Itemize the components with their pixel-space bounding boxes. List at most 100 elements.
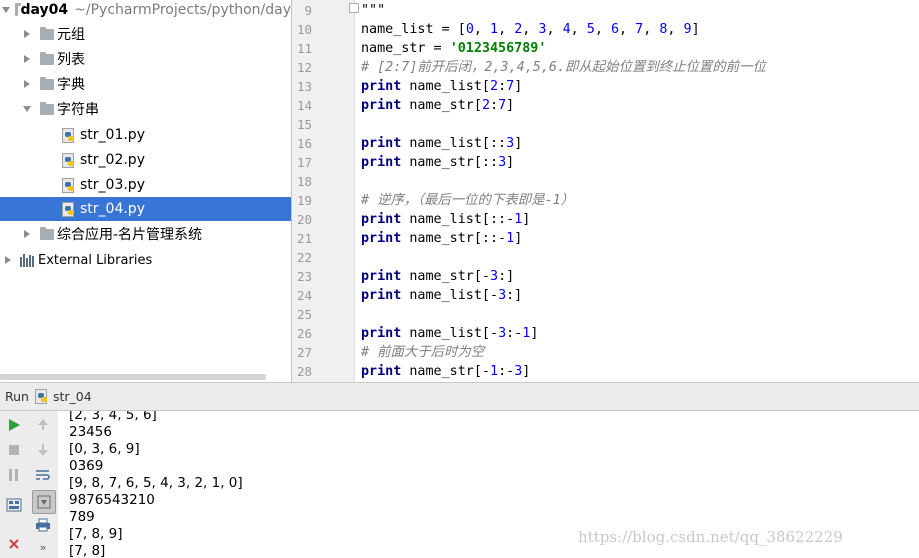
code-text: print name_str[-3:] — [361, 269, 515, 284]
tree-item-str-01[interactable]: str_01.py — [0, 123, 291, 147]
tree-item-card-system-folder[interactable]: 综合应用-名片管理系统 — [0, 222, 291, 246]
rerun-icon[interactable] — [5, 416, 23, 434]
run-panel-header: Run str_04 — [0, 382, 919, 411]
print-icon[interactable] — [34, 516, 52, 534]
code-text: """ — [361, 3, 386, 18]
console-line: [7, 8] — [69, 543, 106, 558]
close-icon[interactable] — [5, 535, 23, 553]
chevron-right-icon[interactable] — [2, 254, 14, 266]
project-root-row[interactable]: day04 ~/PycharmProjects/python/day — [0, 0, 291, 22]
code-line[interactable]: 16 print name_list[::3] — [292, 134, 919, 153]
code-line[interactable]: 9 """ — [292, 1, 919, 20]
console-line: [0, 3, 6, 9] — [69, 441, 140, 457]
run-config-name[interactable]: str_04 — [53, 389, 92, 404]
code-line[interactable]: 19 # 逆序，（最后一位的下表即是-1） — [292, 191, 919, 210]
code-editor[interactable]: 9 """ 10 name_list = [0, 1, 2, 3, 4, 5, 6, … — [291, 0, 919, 382]
code-line[interactable]: 21 print name_str[::-1] — [292, 229, 919, 248]
folder-icon — [40, 76, 54, 90]
tree-item-label: str_04.py — [80, 201, 145, 217]
python-file-icon — [62, 201, 75, 217]
code-text: name_str = '0123456789' — [361, 41, 547, 56]
project-root-path: ~/PycharmProjects/python/day — [74, 2, 291, 18]
code-text: name_list = [0, 1, 2, 3, 4, 5, 6, 7, 8, … — [361, 22, 700, 37]
code-line[interactable]: 15 — [292, 115, 919, 134]
code-text: print name_list[-3:] — [361, 288, 523, 303]
stop-icon[interactable] — [5, 441, 23, 459]
more-actions-icon[interactable]: » — [34, 538, 52, 556]
soft-wrap-icon[interactable] — [34, 466, 52, 484]
line-number: 15 — [296, 117, 312, 132]
line-number: 13 — [296, 79, 312, 94]
code-line[interactable]: 10 name_list = [0, 1, 2, 3, 4, 5, 6, 7, 8… — [292, 20, 919, 39]
chevron-right-icon[interactable] — [21, 28, 33, 40]
python-file-icon — [62, 127, 75, 143]
chevron-right-icon[interactable] — [21, 78, 33, 90]
console-line: 9876543210 — [69, 492, 155, 508]
tree-item-list-folder[interactable]: 列表 — [0, 47, 291, 71]
tree-item-dict-folder[interactable]: 字典 — [0, 72, 291, 96]
chevron-right-icon[interactable] — [21, 53, 33, 65]
code-text: # [2:7]前开后闭，2,3,4,5,6.即从起始位置到终止位置的前一位 — [361, 60, 766, 75]
code-line[interactable]: 14 print name_str[2:7] — [292, 96, 919, 115]
console-line: 0369 — [69, 458, 104, 474]
tree-item-str-02[interactable]: str_02.py — [0, 148, 291, 172]
folder-icon — [15, 2, 21, 16]
tree-item-label: str_03.py — [80, 177, 145, 193]
code-line[interactable]: 25 — [292, 305, 919, 324]
chevron-right-icon[interactable] — [21, 228, 33, 240]
line-number: 12 — [296, 60, 312, 75]
code-text: print name_str[::-1] — [361, 231, 523, 246]
code-line[interactable]: 22 — [292, 248, 919, 267]
tree-item-label: str_02.py — [80, 152, 145, 168]
line-number: 26 — [296, 326, 312, 341]
console-line: [9, 8, 7, 6, 5, 4, 3, 2, 1, 0] — [69, 475, 243, 491]
tree-item-str-04[interactable]: str_04.py — [0, 197, 291, 221]
chevron-down-icon[interactable] — [2, 4, 10, 16]
tree-item-label: 元组 — [57, 27, 85, 43]
code-line[interactable]: 26 print name_list[-3:-1] — [292, 324, 919, 343]
line-number: 28 — [296, 364, 312, 379]
folder-icon — [40, 26, 54, 40]
code-line[interactable]: 18 — [292, 172, 919, 191]
python-file-icon — [62, 152, 75, 168]
tree-item-string-folder[interactable]: 字符串 — [0, 97, 291, 121]
tree-item-label: 字符串 — [57, 102, 99, 118]
code-line[interactable]: 27 # 前面大于后时为空 — [292, 343, 919, 362]
run-toolbar-primary — [0, 411, 29, 558]
chevron-down-icon[interactable] — [21, 103, 33, 115]
code-text: print name_list[-3:-1] — [361, 326, 539, 341]
layout-icon[interactable] — [5, 496, 23, 514]
scroll-down-icon[interactable] — [34, 441, 52, 459]
scroll-up-icon[interactable] — [34, 416, 52, 434]
pause-icon[interactable] — [5, 466, 23, 484]
code-text: print name_str[::3] — [361, 155, 515, 170]
code-line[interactable]: 28 print name_str[-1:-3] — [292, 362, 919, 381]
project-tree-panel: day04 ~/PycharmProjects/python/day 元组 列表… — [0, 0, 291, 382]
line-number: 19 — [296, 193, 312, 208]
run-tab-label[interactable]: Run — [5, 389, 29, 404]
code-line[interactable]: 11 name_str = '0123456789' — [292, 39, 919, 58]
code-text: # 前面大于后时为空 — [361, 345, 485, 360]
library-icon — [20, 253, 34, 267]
line-number: 14 — [296, 98, 312, 113]
console-output[interactable]: [2, 3, 4, 5, 6] 23456 [0, 3, 6, 9] 0369 [9, … — [58, 411, 919, 558]
code-line[interactable]: 20 print name_list[::-1] — [292, 210, 919, 229]
horizontal-scrollbar[interactable] — [0, 374, 266, 380]
code-text: print name_list[::3] — [361, 136, 523, 151]
code-line[interactable]: 24 print name_list[-3:] — [292, 286, 919, 305]
code-line[interactable]: 17 print name_str[::3] — [292, 153, 919, 172]
tree-item-str-03[interactable]: str_03.py — [0, 173, 291, 197]
code-text: # 逆序，（最后一位的下表即是-1） — [361, 193, 575, 208]
code-line[interactable]: 23 print name_str[-3:] — [292, 267, 919, 286]
scroll-to-end-icon[interactable] — [32, 490, 56, 514]
line-number: 16 — [296, 136, 312, 151]
python-file-icon — [62, 177, 75, 193]
console-line: [2, 3, 4, 5, 6] — [69, 411, 157, 423]
line-number: 25 — [296, 307, 312, 322]
line-number: 11 — [296, 41, 312, 56]
tree-item-external-libraries[interactable]: External Libraries — [0, 248, 291, 272]
code-line[interactable]: 13 print name_list[2:7] — [292, 77, 919, 96]
tree-item-tuple-folder[interactable]: 元组 — [0, 22, 291, 46]
code-line[interactable]: 12 # [2:7]前开后闭，2,3,4,5,6.即从起始位置到终止位置的前一位 — [292, 58, 919, 77]
line-number: 21 — [296, 231, 312, 246]
